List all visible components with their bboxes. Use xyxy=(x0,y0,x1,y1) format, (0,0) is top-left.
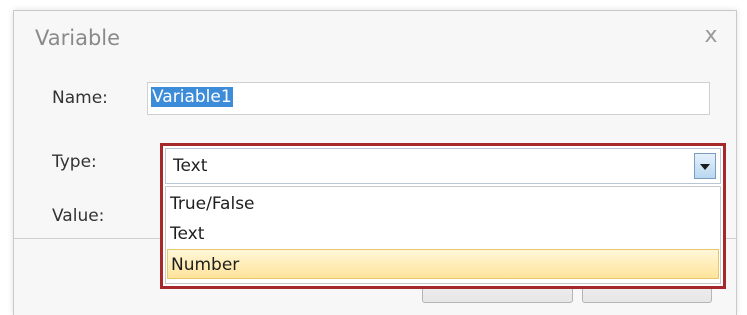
type-dropdown: Text True/False Text Number xyxy=(160,143,726,289)
dialog-title: Variable xyxy=(35,26,121,50)
close-icon[interactable]: x xyxy=(696,21,726,51)
type-label: Type: xyxy=(52,152,97,172)
name-field[interactable]: Variable1 xyxy=(147,82,710,115)
chevron-down-icon[interactable] xyxy=(694,153,716,179)
type-select[interactable]: Text xyxy=(165,148,721,184)
title-bar: Variable x xyxy=(14,11,736,63)
option-number[interactable]: Number xyxy=(167,249,719,279)
name-label: Name: xyxy=(52,88,108,108)
name-field-value: Variable1 xyxy=(151,87,233,107)
screen: Variable x Name: Variable1 Type: Value: … xyxy=(0,0,747,315)
value-label: Value: xyxy=(52,206,105,226)
type-options-list: True/False Text Number xyxy=(165,186,721,284)
option-true-false[interactable]: True/False xyxy=(167,189,719,219)
type-select-value: Text xyxy=(173,156,208,176)
variable-dialog: Variable x Name: Variable1 Type: Value: … xyxy=(13,10,737,315)
option-text[interactable]: Text xyxy=(167,219,719,249)
